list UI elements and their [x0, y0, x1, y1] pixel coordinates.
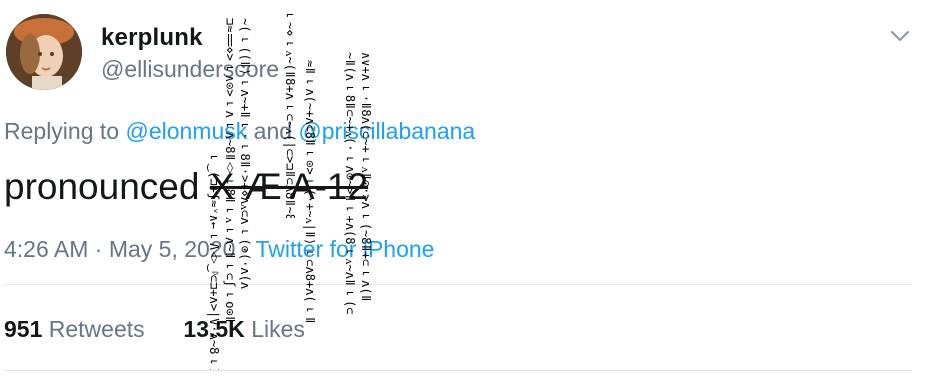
user-handle[interactable]: @ellisunderscore	[101, 56, 279, 83]
glitch-column: ⌐‿(⊐+ʃ≈ᵛ∧←⌐Ʌ◊‿ᵝ⊂⊐+ʌ>|V·ʌ~8⌐Ɨ>ᴧ⌐‿⟩⌐	[207, 150, 220, 370]
glitch-column: ~(⌐((ǁ⟩⌐ʌ~+ǁ⌐·⌐8ǁ·>+⋄ʌᴧ⊂ʌ⌐(⊙(·ʌ(ʌ	[238, 18, 251, 290]
tweet-text-plain: pronounced	[4, 166, 200, 207]
display-name[interactable]: kerplunk	[101, 24, 203, 52]
portrait-avatar-icon	[6, 14, 82, 90]
retweets-label: Retweets	[48, 316, 145, 342]
avatar[interactable]	[6, 14, 82, 90]
tweet-time[interactable]: 4:26 AM	[4, 236, 88, 262]
replying-prefix: Replying to	[4, 118, 120, 144]
glitch-column: ⌐~⋄⌐ᴧ~(ǁ8+ʌ⌐⊂~ᴧ(|⊂>⊐ǁ⊂ʌ8ǁ~8+ʌ⌐⊙ʌ(	[283, 8, 296, 218]
glitch-column: ⊐≈‖⋄>⌐∧⊙>⌐ʌ⌐ʌ~8ǁ◊⌐8ǁ⌐ᴧ⌐ʌ~ǁ⌐⊂ʃ⌐o⊙ǁ	[223, 18, 236, 323]
glitch-column: ≈ǁ⌐ʌ(~+ʌ⊂8ǁ⌐⊙>⌐(·+~ᴧ|ǁ⟩⌐⊂ʌ8+ʌ(⌐ǁ	[303, 60, 316, 324]
divider	[4, 284, 912, 285]
meta-separator: ·	[94, 236, 103, 262]
glitch-column: ~ǁ(ʌ⌐8ǁ⊂~+ᴧ(·⌐ʌ⊙~>ǁ⌐+ʌ(8⌐ᴧ~ʌǁ⌐(⊂	[343, 52, 356, 315]
likes-label: Likes	[251, 316, 305, 342]
reply-mention-priscillabanana[interactable]: @priscillabanana	[298, 118, 475, 144]
chevron-down-icon[interactable]	[888, 24, 912, 48]
retweets-count: 951	[4, 316, 43, 342]
tweet-stats: 951 Retweets 13.5K Likes	[4, 316, 305, 343]
retweets-stat[interactable]: 951 Retweets	[4, 316, 151, 342]
glitch-column: ∧∨+ʌ⌐·ǁ8ʌ(⊂~+⌐ᴧǁ⊙·>ʌ⌐(~8ǁ+⊂⌐ʌ(ǁ	[359, 52, 372, 302]
divider	[4, 370, 912, 371]
